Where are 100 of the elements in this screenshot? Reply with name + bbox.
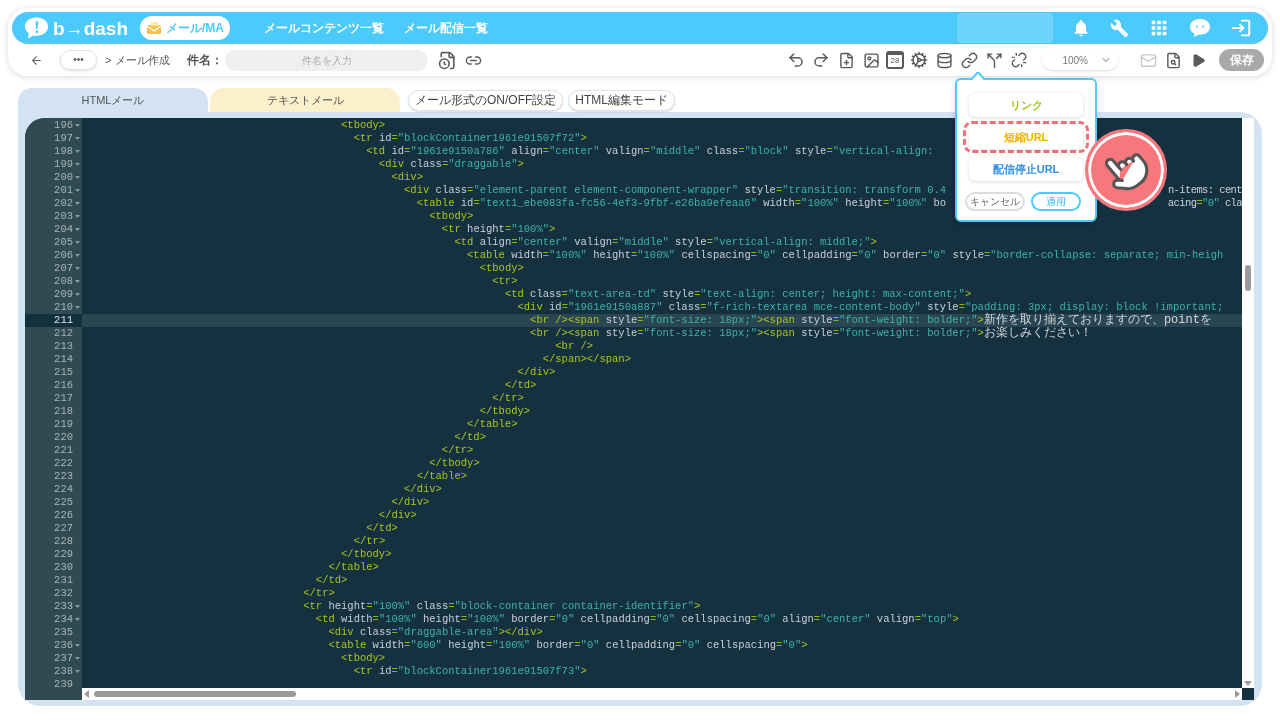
unlink-icon[interactable] [1009, 50, 1029, 70]
link-icon[interactable] [959, 50, 979, 70]
line-number: 218 [54, 405, 73, 418]
code-line: </table> [466, 418, 518, 431]
line-number: 234 [54, 613, 73, 626]
code-line: <tbody> [340, 119, 386, 132]
line-number: 200 [54, 171, 73, 184]
line-number: 226 [54, 509, 73, 522]
fold-arrow-icon[interactable] [74, 228, 80, 231]
logo-text: b→dash [53, 18, 128, 38]
code-line: <br /><span style="font-size: 18px;"><span style="font-weight: bolder;">お楽しみください！ [529, 327, 1092, 340]
code-line: </div> [403, 483, 442, 496]
line-number: 231 [54, 574, 73, 587]
subject-field[interactable]: 件名を入力 [225, 49, 429, 71]
fold-arrow-icon[interactable] [74, 202, 80, 205]
bell-icon[interactable] [1071, 18, 1091, 38]
line-number: 237 [54, 652, 73, 665]
scroll-down-icon[interactable] [1244, 681, 1252, 686]
code-line: </tr> [491, 392, 524, 405]
code-line: </div> [390, 496, 430, 509]
document-clock-icon[interactable] [438, 50, 458, 70]
fold-arrow-icon[interactable] [74, 254, 80, 257]
code-line: <br /><span style="font-size: 18px;"><span style="font-weight: bolder;">新作を取り揃えておりますので、pointを [529, 314, 1212, 327]
code-line: <td class="text-area-td" style="text-align: center; height: max-content;"> [503, 288, 972, 301]
fold-arrow-icon[interactable] [74, 189, 80, 192]
line-number: 229 [54, 548, 73, 561]
fold-arrow-icon[interactable] [74, 618, 80, 621]
fold-arrow-icon[interactable] [74, 306, 80, 309]
fold-arrow-icon[interactable] [74, 124, 80, 127]
code-line: <tbody> [428, 210, 474, 223]
image-icon[interactable] [861, 50, 881, 70]
fold-arrow-icon[interactable] [74, 670, 80, 673]
code-line: </tbody> [478, 405, 531, 418]
code-line: <div id="1961e9150a887" class="f-rich-textarea mce-content-body" style="padding: 3px; display: block !important; [516, 301, 1224, 314]
code-line: <tbody> [340, 652, 386, 665]
split-icon[interactable] [984, 50, 1004, 70]
fold-arrow-icon[interactable] [74, 293, 80, 296]
fold-arrow-icon[interactable] [74, 644, 80, 647]
redo-icon[interactable] [811, 50, 831, 70]
more-button[interactable]: ••• [60, 50, 97, 70]
wrench-icon[interactable] [1110, 18, 1129, 38]
undo-icon[interactable] [786, 50, 806, 70]
line-number: 238 [54, 665, 73, 678]
database-icon[interactable] [934, 50, 954, 70]
mode-button[interactable]: HTML編集モード [568, 89, 675, 111]
fold-arrow-icon[interactable] [74, 657, 80, 660]
code-line: <tr height="100%" class="block-container container-identifier"> [302, 600, 701, 613]
fold-arrow-icon[interactable] [74, 137, 80, 140]
code-line: </tbody> [340, 548, 392, 561]
apply-button[interactable]: 適用 [1031, 192, 1081, 211]
zoom-select[interactable]: 100% [1042, 50, 1118, 70]
gears-icon[interactable] [909, 50, 929, 70]
line-number: 236 [54, 639, 73, 652]
scroll-right-icon[interactable] [1235, 690, 1240, 698]
scrollbar-thumb[interactable] [94, 691, 296, 697]
line-number: 232 [54, 587, 73, 600]
line-number: 217 [54, 392, 73, 405]
tab[interactable]: HTMLメール [18, 88, 208, 112]
fold-arrow-icon[interactable] [74, 241, 80, 244]
login-icon[interactable] [1230, 17, 1252, 39]
back-arrow-icon[interactable] [30, 53, 43, 67]
line-number: 223 [54, 470, 73, 483]
line-number: 211 [54, 314, 73, 327]
line-number: 228 [54, 535, 73, 548]
code-fragment: acing="0" cla [1167, 197, 1242, 209]
line-number: 201 [54, 184, 73, 197]
code-line: </td> [453, 431, 486, 444]
scroll-left-icon[interactable] [84, 690, 89, 698]
line-number: 213 [54, 340, 73, 353]
fold-arrow-icon[interactable] [74, 605, 80, 608]
vertical-scrollbar[interactable] [1242, 118, 1254, 688]
line-number: 199 [54, 158, 73, 171]
cancel-button[interactable]: キャンセル [965, 192, 1025, 211]
mascot-icon[interactable] [1189, 18, 1211, 38]
fold-arrow-icon[interactable] [74, 163, 80, 166]
code-line: <br /> [554, 340, 594, 353]
fold-arrow-icon[interactable] [74, 215, 80, 218]
fold-arrow-icon[interactable] [74, 280, 80, 283]
code-line: <tr id="blockContainer1961e91507f72"> [352, 132, 587, 145]
line-number: 207 [54, 262, 73, 275]
code-line: <tr> [491, 275, 518, 288]
fold-arrow-icon[interactable] [74, 150, 80, 153]
mode-button[interactable]: メール形式のON/OFF設定 [408, 89, 564, 111]
line-number: 206 [54, 249, 73, 262]
scrollbar-thumb[interactable] [1245, 265, 1251, 291]
line-number: 204 [54, 223, 73, 236]
code-fragment: n-items: cent [1167, 184, 1242, 196]
code-line: </tbody> [428, 457, 480, 470]
tab[interactable]: テキストメール [210, 88, 400, 112]
link-type-option[interactable]: 配信停止URL [969, 157, 1083, 181]
horizontal-scrollbar[interactable] [82, 688, 1242, 700]
line-number: 205 [54, 236, 73, 249]
line-number: 214 [54, 353, 73, 366]
fold-arrow-icon[interactable] [74, 176, 80, 179]
code-line: </td> [314, 574, 348, 587]
code-line: <div class="element-parent element-component-wrapper" style="transition: transform 0.4 [403, 184, 947, 197]
code-line: </div> [516, 366, 556, 379]
calendar-icon[interactable]: 28 [886, 51, 904, 69]
fold-arrow-icon[interactable] [74, 267, 80, 270]
code-line: <table id="text1_ebe083fa-fc56-4ef3-9fbf-e26ba9efeaa6" width="100%" height="100%" bo [415, 197, 947, 210]
